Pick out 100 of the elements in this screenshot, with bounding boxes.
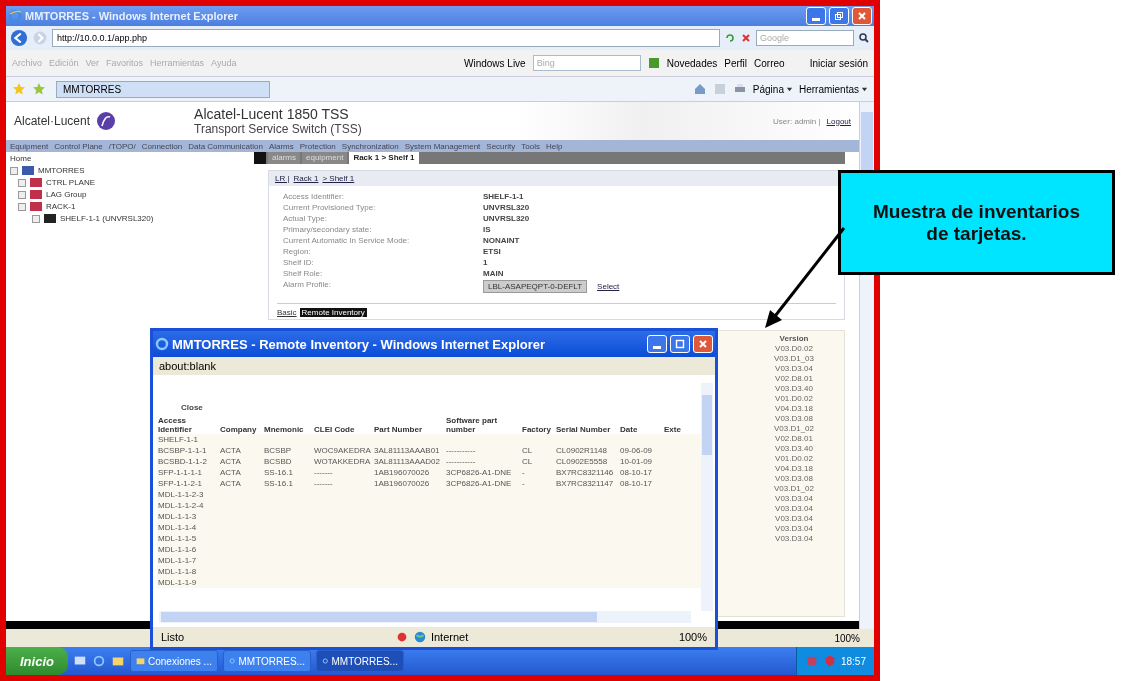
minimize-icon: [812, 17, 820, 21]
home-icon[interactable]: [692, 82, 707, 96]
taskbar-button[interactable]: MMTORRES...: [222, 650, 311, 672]
column-header: Version: [779, 334, 809, 343]
nav-menu-item[interactable]: Synchronization: [341, 141, 399, 151]
table-cell-text: 08-10-17: [619, 468, 654, 477]
nav-menu-item[interactable]: Control Plane: [54, 141, 103, 151]
field-label: Current Automatic In Service Mode:: [283, 236, 411, 245]
table-cell: V03.D3.04: [775, 364, 813, 373]
table-cell-text: MDL-1-1-9: [157, 578, 198, 587]
breadcrumb-link[interactable]: > Shelf 1: [322, 174, 355, 183]
table-cell-text: BCSBD-1-1-2: [157, 457, 208, 466]
maximize-button[interactable]: [670, 335, 690, 353]
table-cell-text: -----------: [445, 457, 477, 466]
nav-menu-item[interactable]: Equipment: [10, 141, 49, 151]
minimize-button[interactable]: [806, 7, 826, 25]
tree-item[interactable]: MMTORRES: [38, 166, 85, 175]
column-header: Serial Number: [555, 425, 612, 434]
tab[interactable]: Basic: [277, 308, 297, 317]
browser-icon[interactable]: [91, 654, 106, 668]
toolbar-link[interactable]: Correo: [754, 57, 785, 69]
command-menu[interactable]: Página: [752, 83, 784, 95]
stop-icon[interactable]: [740, 32, 752, 44]
zoom-level[interactable]: 100%: [834, 632, 860, 644]
browser-tab[interactable]: MMTORRES: [56, 80, 270, 98]
sign-in-link[interactable]: Iniciar sesión: [809, 57, 868, 69]
profile-field[interactable]: LBL-ASAPEQPT-0-DEFLT: [483, 280, 588, 293]
nav-menu-item[interactable]: Protection: [299, 141, 336, 151]
close-link[interactable]: Close: [181, 403, 701, 412]
field-label: Current Provisioned Type:: [283, 203, 377, 212]
nav-menu-item[interactable]: System Management: [404, 141, 481, 151]
table-cell-text: BCSBD: [263, 457, 293, 466]
field-label: Access Identifier:: [283, 192, 345, 201]
window-title: MMTORRES - Remote Inventory - Windows Internet Explorer: [172, 336, 546, 352]
tab[interactable]: Rack 1 > Shelf 1: [349, 152, 419, 164]
scrollbar[interactable]: [701, 383, 713, 611]
tree-item[interactable]: SHELF-1-1 (UNVRSL320): [60, 214, 154, 223]
refresh-icon[interactable]: [724, 32, 736, 44]
caret-icon[interactable]: [861, 85, 868, 93]
table-cell-text: 10-01-09: [619, 457, 654, 466]
tree-item[interactable]: CTRL PLANE: [46, 178, 96, 187]
taskbar-button[interactable]: MMTORRES...: [315, 650, 404, 672]
add-favorite-icon[interactable]: [32, 82, 46, 96]
maximize-icon: [675, 339, 685, 349]
field-value: ETSI: [483, 247, 502, 256]
star-icon[interactable]: [12, 82, 26, 96]
tree-item[interactable]: RACK-1: [46, 202, 76, 211]
field-label: Actual Type:: [283, 214, 328, 223]
start-button[interactable]: Inicio: [6, 647, 68, 675]
address-field[interactable]: about:blank: [153, 357, 715, 375]
breadcrumb-link[interactable]: Rack 1: [293, 174, 319, 183]
tree-item[interactable]: LAG Group: [46, 190, 87, 199]
minimize-button[interactable]: [647, 335, 667, 353]
table-cell: V03.D3.04: [775, 534, 813, 543]
table-cell: V04.D3.18: [775, 464, 813, 473]
table-cell: V01.D0.02: [775, 454, 813, 463]
address-field[interactable]: http://10.0.0.1/app.php: [52, 29, 720, 47]
nav-menu-item[interactable]: Help: [545, 141, 563, 151]
forward-button[interactable]: [32, 30, 48, 46]
search-icon[interactable]: [858, 32, 870, 44]
nav-menu-item[interactable]: /TOPO/: [108, 141, 136, 151]
nav-menu-item[interactable]: Security: [486, 141, 516, 151]
table-cell-text: WOTAKKEDRA: [313, 457, 372, 466]
caret-icon[interactable]: [785, 85, 793, 93]
folder-icon: [135, 655, 145, 667]
close-icon: [698, 339, 708, 349]
column-header: Company: [219, 425, 258, 434]
nav-menu-item[interactable]: Data Communication: [188, 141, 263, 151]
field-label: Primary/secondary state:: [283, 225, 373, 234]
desktop-icon[interactable]: [72, 654, 87, 668]
field-value: NONAINT: [483, 236, 521, 245]
close-button[interactable]: [693, 335, 713, 353]
back-button[interactable]: [10, 29, 28, 47]
table-cell-text: SFP-1-1-1-1: [157, 468, 203, 477]
breadcrumb-link[interactable]: LR |: [275, 174, 290, 183]
table-cell-text: ACTA: [219, 457, 242, 466]
command-menu[interactable]: Herramientas: [798, 83, 859, 95]
field-label: Shelf Role:: [283, 269, 324, 278]
close-button[interactable]: [852, 7, 872, 25]
table-cell-text: -: [521, 479, 526, 488]
taskbar-button[interactable]: Conexiones ...: [129, 650, 218, 672]
table-cell: V01.D0.02: [775, 394, 813, 403]
horizontal-scrollbar[interactable]: [159, 611, 691, 623]
table-cell-text: MDL-1-1-2-4: [157, 501, 205, 510]
select-link[interactable]: Select: [597, 282, 620, 291]
nav-menu-item[interactable]: Connection: [141, 141, 183, 151]
nav-menu-item[interactable]: Tools: [521, 141, 540, 151]
table-cell: V03.D1_02: [773, 484, 814, 493]
toolbar-link[interactable]: Novedades: [666, 57, 718, 69]
restore-button[interactable]: [829, 7, 849, 25]
tab[interactable]: Remote Inventory: [299, 308, 367, 317]
nav-menu-item[interactable]: Alarms: [268, 141, 294, 151]
go-icon[interactable]: [647, 57, 660, 69]
table-cell: V03.D1_02: [773, 424, 814, 433]
toolbar-link[interactable]: Perfil: [724, 57, 748, 69]
zoom-level[interactable]: 100%: [678, 631, 707, 643]
logout-link[interactable]: Logout: [826, 116, 851, 126]
table-cell: V03.D3.04: [775, 524, 813, 533]
tree-title: Home: [10, 154, 33, 163]
table-cell-text: 3CP6826-A1-DNE: [445, 479, 513, 488]
